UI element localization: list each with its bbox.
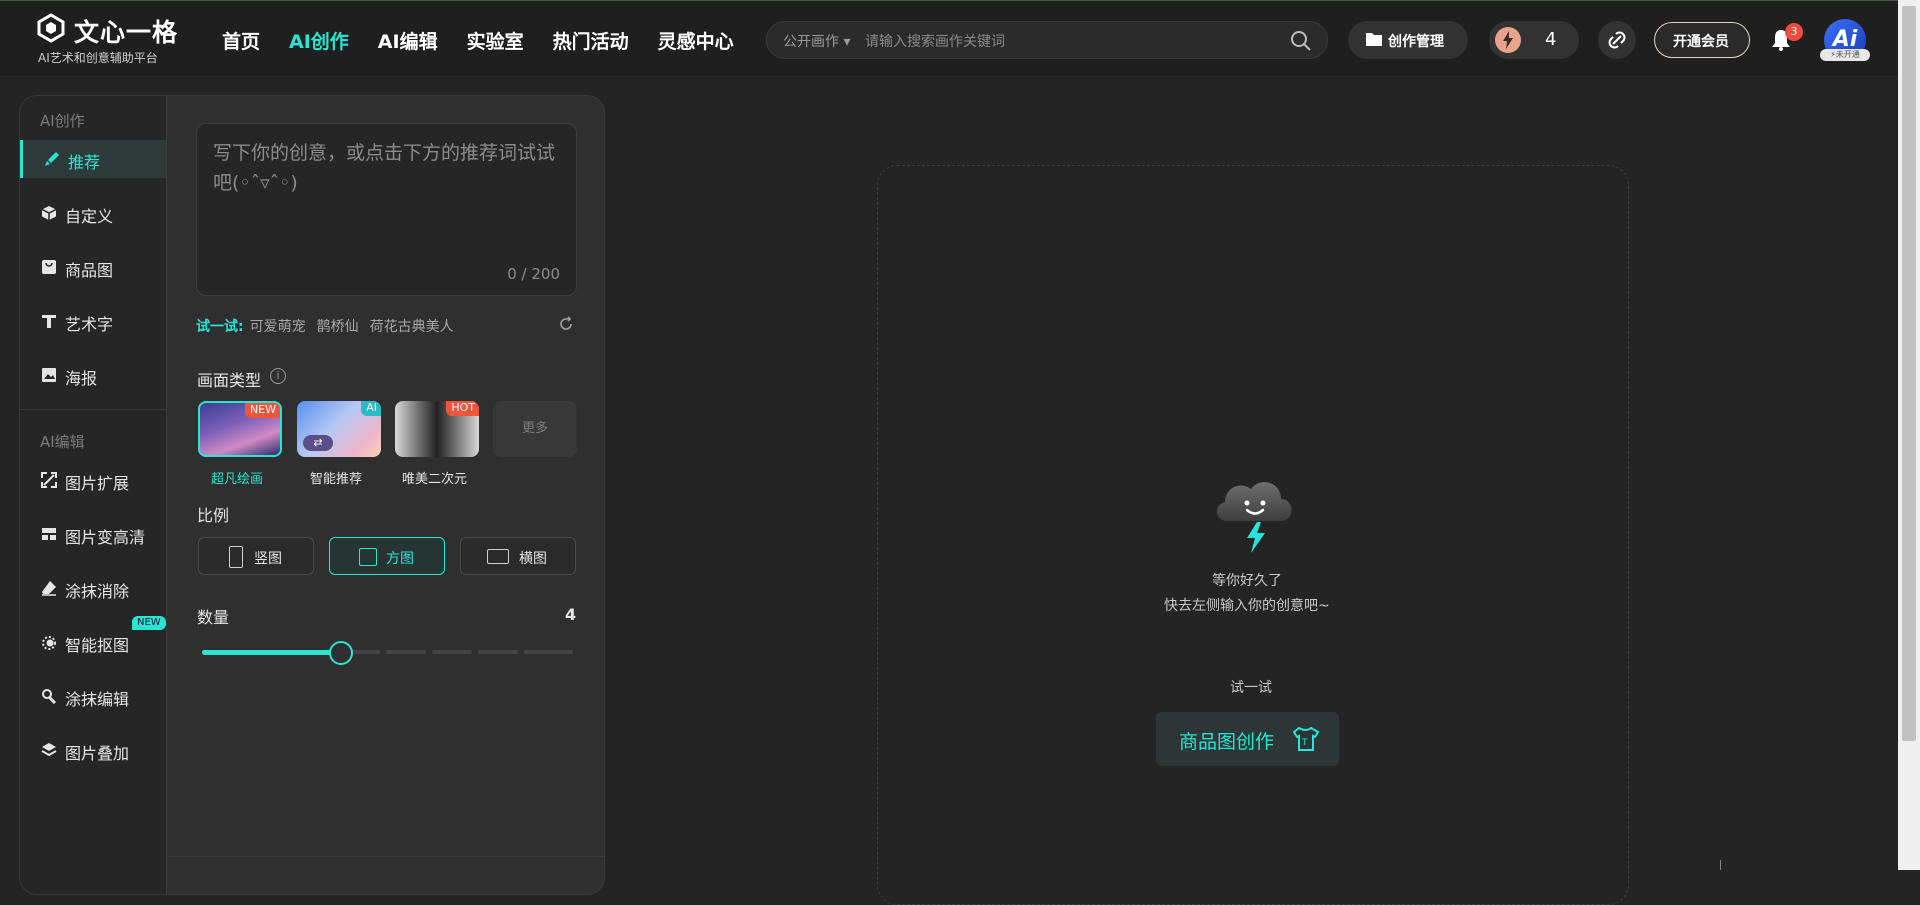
- suggestions: 试一试: 可爱萌宠 鹊桥仙 荷花古典美人: [196, 316, 465, 336]
- text-icon: [42, 315, 56, 328]
- energy-count: 4: [1545, 29, 1557, 50]
- ratio-title: 比例: [197, 506, 230, 525]
- search-scope-select[interactable]: 公开画作 ▾: [783, 31, 850, 51]
- nav-home[interactable]: 首页: [222, 27, 260, 54]
- cube-icon: [41, 206, 57, 220]
- picture-type-label: 超凡绘画: [211, 472, 264, 487]
- empty-state-hint: 快去左侧输入你的创意吧~: [1164, 598, 1330, 614]
- brush-icon: [45, 152, 59, 166]
- picture-type-label: 智能推荐: [310, 472, 363, 487]
- hot-tag: HOT: [446, 401, 479, 416]
- picture-type-title: 画面类型: [197, 371, 262, 390]
- expand-icon: [41, 472, 57, 488]
- search-bar[interactable]: 公开画作 ▾ 请输入搜索画作关键词: [766, 21, 1328, 59]
- main-nav: 首页 AI创作 AI编辑 实验室 热门活动 灵感中心: [222, 27, 763, 54]
- ratio-portrait-button[interactable]: 竖图: [198, 537, 314, 575]
- suggestions-label: 试一试:: [196, 319, 244, 335]
- image-icon: [42, 368, 56, 382]
- sidebar-item-art-text[interactable]: 艺术字: [20, 302, 166, 340]
- picture-type-option[interactable]: AI ⇄: [297, 401, 381, 457]
- nav-ai-create[interactable]: AI创作: [289, 27, 349, 54]
- scrollbar-thumb[interactable]: [1902, 6, 1916, 741]
- new-badge: NEW: [132, 616, 166, 630]
- suggestion-chip[interactable]: 可爱萌宠: [250, 319, 306, 335]
- more-types-button[interactable]: 更多: [493, 401, 577, 457]
- sidebar-divider: [20, 409, 166, 410]
- creation-panel: AI创作 推荐 自定义 商品图 艺术字 海报 AI编辑 图片扩展 图片变高清 涂…: [19, 95, 605, 895]
- sidebar-item-product-image[interactable]: 商品图: [20, 248, 166, 286]
- logo-icon: [37, 13, 65, 43]
- portrait-icon: [229, 546, 243, 568]
- hd-icon: [42, 528, 56, 540]
- page-scrollbar[interactable]: [1898, 0, 1920, 870]
- landscape-icon: [487, 549, 509, 564]
- sidebar-item-overlay[interactable]: 图片叠加: [20, 731, 166, 769]
- picture-type-label: 唯美二次元: [402, 472, 468, 487]
- brand-name: 文心一格: [74, 18, 179, 47]
- picture-type-option[interactable]: HOT: [395, 401, 479, 457]
- panel-footer: [167, 856, 604, 894]
- notification-badge: 3: [1785, 23, 1803, 41]
- creation-manage-button[interactable]: 创作管理: [1348, 21, 1468, 59]
- nav-inspiration[interactable]: 灵感中心: [658, 27, 734, 54]
- suggestion-chip[interactable]: 鹊桥仙: [317, 319, 359, 335]
- energy-balance[interactable]: 4: [1489, 21, 1579, 59]
- sidebar-item-image-expand[interactable]: 图片扩展: [20, 461, 166, 499]
- cloud-mascot-icon: [1216, 482, 1292, 553]
- link-icon: [1608, 31, 1626, 49]
- quantity-title: 数量: [197, 608, 230, 627]
- folder-icon: [1366, 33, 1382, 46]
- cutout-icon: [42, 636, 56, 650]
- sidebar-item-erase[interactable]: 涂抹消除: [20, 569, 166, 607]
- cta-label: 商品图创作: [1179, 731, 1275, 753]
- sidebar: AI创作 推荐 自定义 商品图 艺术字 海报 AI编辑 图片扩展 图片变高清 涂…: [20, 96, 167, 894]
- creation-manage-label: 创作管理: [1388, 34, 1444, 50]
- swap-icon: ⇄: [303, 435, 333, 451]
- product-image-create-button[interactable]: 商品图创作 T: [1156, 712, 1339, 766]
- sidebar-item-custom[interactable]: 自定义: [20, 194, 166, 232]
- quantity-slider-fill: [202, 650, 341, 655]
- ratio-square-button[interactable]: 方图: [329, 537, 445, 575]
- sidebar-item-smear-edit[interactable]: 涂抹编辑: [20, 677, 166, 715]
- nav-ai-edit[interactable]: AI编辑: [378, 27, 438, 54]
- quantity-slider-handle[interactable]: [329, 641, 353, 665]
- picture-type-option[interactable]: NEW: [198, 401, 282, 457]
- membership-status-tag: ⚡未开通: [1820, 49, 1870, 61]
- sidebar-item-poster[interactable]: 海报: [20, 356, 166, 394]
- sidebar-group-ai-edit: AI编辑: [40, 433, 85, 451]
- brand-tagline: AI艺术和创意辅助平台: [38, 51, 158, 65]
- search-input[interactable]: 请输入搜索画作关键词: [865, 31, 1005, 51]
- square-icon: [359, 548, 377, 566]
- smear-icon: [42, 689, 57, 704]
- top-bar: 文心一格 AI艺术和创意辅助平台 首页 AI创作 AI编辑 实验室 热门活动 灵…: [0, 0, 1898, 77]
- quantity-value: 4: [565, 605, 577, 624]
- prompt-placeholder: 写下你的创意，或点击下方的推荐词试试吧(◦ˆ▿ˆ◦): [213, 142, 556, 194]
- search-icon[interactable]: [1289, 29, 1313, 53]
- try-label: 试一试: [1230, 680, 1272, 696]
- link-button[interactable]: [1598, 21, 1636, 59]
- vip-button[interactable]: 开通会员: [1654, 22, 1750, 58]
- empty-state-title: 等你好久了: [1212, 573, 1282, 589]
- svg-text:T: T: [1301, 738, 1308, 748]
- tshirt-icon: T: [1292, 726, 1320, 751]
- sidebar-item-upscale[interactable]: 图片变高清: [20, 515, 166, 553]
- sidebar-group-ai-create: AI创作: [40, 112, 85, 130]
- vip-label: 开通会员: [1673, 34, 1729, 50]
- nav-events[interactable]: 热门活动: [553, 27, 629, 54]
- prompt-textarea[interactable]: 写下你的创意，或点击下方的推荐词试试吧(◦ˆ▿ˆ◦) 0 / 200: [196, 123, 577, 296]
- layers-icon: [41, 743, 57, 757]
- info-icon[interactable]: i: [270, 368, 286, 384]
- ai-tag: AI: [361, 401, 381, 416]
- sidebar-item-recommend[interactable]: 推荐: [20, 140, 166, 178]
- text-cursor: [1720, 860, 1721, 870]
- eraser-icon: [42, 581, 56, 596]
- new-tag: NEW: [244, 403, 280, 418]
- lightning-icon: [1495, 27, 1521, 53]
- ratio-landscape-button[interactable]: 横图: [460, 537, 576, 575]
- bag-icon: [42, 260, 56, 274]
- refresh-icon[interactable]: [557, 315, 575, 333]
- prompt-char-count: 0 / 200: [507, 265, 560, 283]
- suggestion-chip[interactable]: 荷花古典美人: [370, 319, 454, 335]
- nav-lab[interactable]: 实验室: [467, 27, 524, 54]
